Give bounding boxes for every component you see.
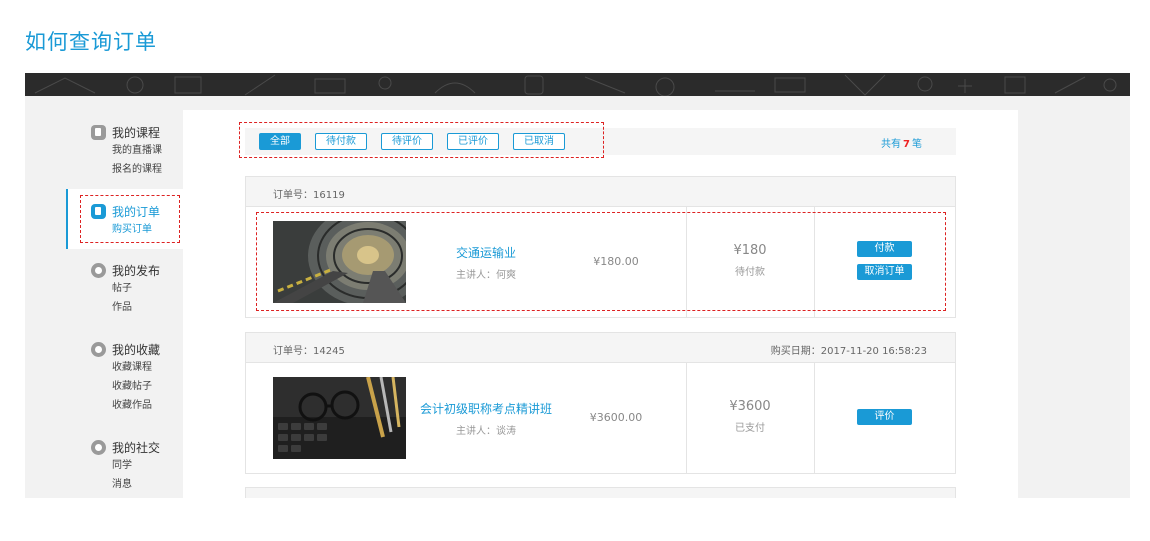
sidebar-item-threads[interactable]: 帖子	[112, 279, 160, 298]
order-card-partial	[245, 487, 956, 498]
order-status: 已支付	[735, 423, 765, 434]
order-number: 订单号：16119	[273, 190, 345, 201]
order-date: 购买日期：2017-11-20 16:58:23	[770, 346, 927, 357]
sidebar-item-my-posts[interactable]: 我的发布	[91, 261, 160, 279]
sidebar-item-fav-courses[interactable]: 收藏课程	[112, 358, 160, 377]
sidebar-group-social: 我的社交 同学 消息	[91, 438, 160, 494]
page-title: 如何查询订单	[25, 30, 157, 54]
sidebar-group-favorites: 我的收藏 收藏课程 收藏帖子 收藏作品	[91, 340, 160, 415]
sidebar-item-messages[interactable]: 消息	[112, 475, 160, 494]
sidebar-item-my-favorites[interactable]: 我的收藏	[91, 340, 160, 358]
order-body: 会计初级职称考点精讲班 主讲人：谈涛 ¥3600.00 ¥3600 已支付 评价	[246, 363, 955, 473]
order-card: 订单号：14245 购买日期：2017-11-20 16:58:23 会计初级职…	[245, 332, 956, 474]
sidebar-highlight-box	[80, 195, 180, 243]
order-highlight-box	[256, 212, 946, 311]
content-frame: 我的课程 我的直播课 报名的课程 我的订单 购买订单 我的发布 帖子 作品 我的…	[25, 96, 1130, 498]
banner-doodle-pattern	[34, 74, 1117, 96]
sidebar-item-fav-threads[interactable]: 收藏帖子	[112, 377, 160, 396]
sidebar-item-fav-works[interactable]: 收藏作品	[112, 396, 160, 415]
order-count: 共有 7 笔	[881, 139, 922, 150]
sidebar-active-indicator	[66, 189, 68, 249]
sidebar-item-enrolled-courses[interactable]: 报名的课程	[112, 160, 162, 179]
sidebar-item-live-courses[interactable]: 我的直播课	[112, 141, 162, 160]
unit-price: ¥3600.00	[589, 411, 643, 424]
paper-plane-icon	[91, 262, 106, 278]
course-name[interactable]: 会计初级职称考点精讲班	[406, 400, 566, 417]
filter-highlight-box	[239, 122, 604, 158]
column-divider	[686, 363, 687, 473]
order-number: 订单号：14245	[273, 346, 345, 357]
header-banner	[25, 73, 1130, 96]
sidebar-item-my-courses[interactable]: 我的课程	[91, 123, 162, 141]
sidebar: 我的课程 我的直播课 报名的课程 我的订单 购买订单 我的发布 帖子 作品 我的…	[25, 96, 183, 498]
order-header	[246, 488, 955, 498]
sidebar-group-posts: 我的发布 帖子 作品	[91, 261, 160, 317]
order-header: 订单号：16119	[246, 177, 955, 207]
course-icon	[91, 124, 106, 140]
right-gutter	[1018, 96, 1130, 498]
main-panel: 全部 待付款 待评价 已评价 已取消 共有 7 笔 订单号：16119 交通运输…	[183, 110, 1018, 498]
sidebar-group-courses: 我的课程 我的直播课 报名的课程	[91, 123, 162, 179]
column-divider	[814, 363, 815, 473]
sidebar-item-classmates[interactable]: 同学	[112, 456, 160, 475]
sidebar-item-my-social[interactable]: 我的社交	[91, 438, 160, 456]
star-icon	[91, 341, 106, 357]
paid-amount: ¥3600	[729, 399, 771, 414]
sidebar-item-works[interactable]: 作品	[112, 298, 160, 317]
chat-icon	[91, 439, 106, 455]
order-header: 订单号：14245 购买日期：2017-11-20 16:58:23	[246, 333, 955, 363]
course-thumbnail-accounting[interactable]	[273, 377, 406, 459]
review-button[interactable]: 评价	[857, 409, 912, 425]
lecturer: 主讲人：谈涛	[456, 426, 516, 437]
